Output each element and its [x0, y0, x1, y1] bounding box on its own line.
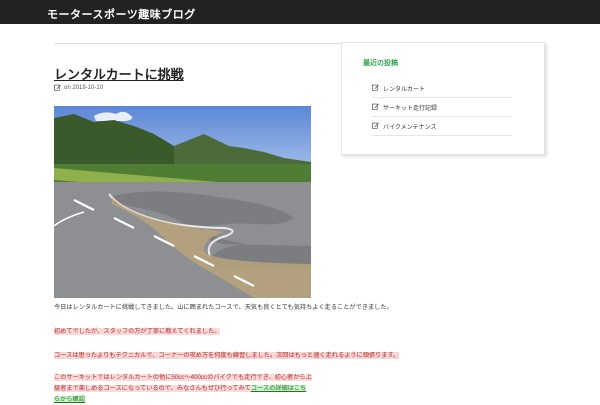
- content-divider: [54, 43, 342, 44]
- sidebar-item-recent-post[interactable]: レンタルカート: [372, 79, 512, 98]
- post-paragraph-highlight: 初めてでしたが、スタッフの方が丁寧に教えてくれました。: [54, 326, 221, 335]
- top-bar: モータースポーツ趣味ブログ: [0, 0, 600, 24]
- post-paragraph-highlight: このサーキットではレンタルカートの他に50cc〜400ccのバイクでも走行でき、…: [54, 372, 312, 405]
- sidebar-widget: 最近の投稿 レンタルカート サーキット走行記録 バイクメンテナンス: [341, 42, 545, 155]
- post-image: [54, 106, 311, 298]
- highlighted-text: コースは思ったよりもテクニカルで、コーナーの攻め方を何度も練習しました。次回はも…: [54, 352, 400, 359]
- post-meta: on 2019-10-10: [54, 84, 103, 91]
- sidebar-item-label[interactable]: レンタルカート: [383, 84, 425, 93]
- post-date: on 2019-10-10: [64, 84, 104, 91]
- sidebar-item-recent-post[interactable]: サーキット走行記録: [372, 98, 512, 117]
- edit-icon: [372, 103, 379, 112]
- sidebar-item-recent-post[interactable]: バイクメンテナンス: [372, 117, 512, 136]
- sidebar-item-label[interactable]: バイクメンテナンス: [383, 122, 437, 131]
- edit-icon: [372, 84, 379, 93]
- post-title[interactable]: レンタルカートに挑戦: [54, 64, 184, 83]
- post-paragraph: 今日はレンタルカートに挑戦してきました。山に囲まれたコースで、天気も良くとても気…: [54, 304, 393, 311]
- highlighted-text: ぜひ行ってみて: [207, 385, 251, 392]
- sidebar-item-label[interactable]: サーキット走行記録: [383, 103, 437, 112]
- edit-icon: [372, 122, 379, 131]
- edit-icon: [54, 84, 61, 91]
- highlighted-text: 初めてでしたが、スタッフの方が丁寧に教えてくれました。: [54, 328, 221, 335]
- site-title[interactable]: モータースポーツ趣味ブログ: [47, 6, 196, 22]
- post-paragraph-highlight: コースは思ったよりもテクニカルで、コーナーの攻め方を何度も練習しました。次回はも…: [54, 350, 400, 359]
- widget-title: 最近の投稿: [363, 60, 398, 67]
